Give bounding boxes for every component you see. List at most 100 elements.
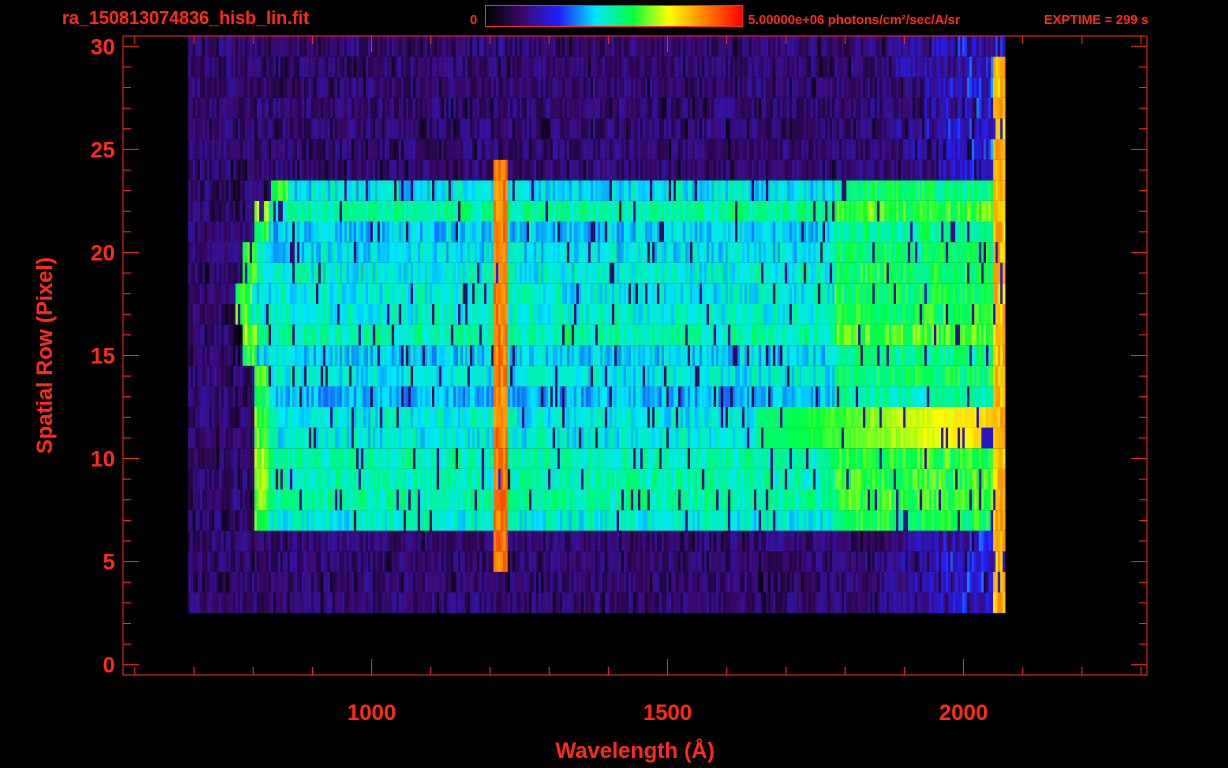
heatmap-cell: [453, 386, 457, 407]
heatmap-cell: [576, 489, 580, 511]
heatmap-cell: [531, 510, 535, 531]
heatmap-cell: [360, 489, 364, 511]
heatmap-cell: [664, 571, 667, 593]
heatmap-cell: [427, 407, 430, 428]
heatmap-cell: [874, 489, 878, 511]
heatmap-cell: [394, 407, 397, 428]
heatmap-cell: [808, 407, 812, 428]
heatmap-cell: [860, 427, 864, 449]
heatmap-cell: [950, 510, 954, 531]
heatmap-cell: [209, 489, 213, 511]
heatmap-cell: [825, 510, 828, 531]
heatmap-cell: [685, 365, 689, 387]
heatmap-cell: [891, 345, 895, 366]
heatmap-cell: [280, 407, 284, 428]
heatmap-cell: [339, 448, 343, 469]
heatmap-cell: [377, 345, 381, 366]
heatmap-cell: [780, 510, 783, 531]
heatmap-cell: [313, 345, 317, 366]
heatmap-cell: [368, 551, 371, 572]
heatmap-cell: [488, 345, 492, 366]
heatmap-cell: [474, 386, 478, 407]
heatmap-cell: [346, 448, 350, 469]
heatmap-cell: [306, 345, 310, 366]
heatmap-cell: [682, 530, 686, 552]
heatmap-cell: [275, 530, 279, 552]
heatmap-cell: [682, 386, 686, 407]
heatmap-cell: [957, 365, 961, 387]
heatmap-cell: [289, 571, 293, 593]
heatmap-cell: [884, 386, 887, 407]
heatmap-cell: [737, 468, 741, 490]
heatmap-cell: [230, 571, 234, 593]
heatmap-cell: [517, 448, 520, 469]
heatmap-cell: [926, 448, 930, 469]
heatmap-cell: [765, 365, 769, 387]
heatmap-cell: [413, 468, 416, 490]
heatmap-cell: [318, 530, 322, 552]
heatmap-cell: [273, 489, 277, 511]
heatmap-cell: [377, 530, 381, 552]
heatmap-cell: [517, 427, 520, 449]
heatmap-cell: [289, 324, 293, 346]
heatmap-cell: [566, 510, 570, 531]
heatmap-cell: [552, 304, 556, 325]
heatmap-cell: [405, 592, 409, 614]
heatmap-cell: [199, 530, 203, 552]
heatmap-cell: [656, 592, 660, 614]
heatmap-cell: [384, 592, 388, 614]
heatmap-cell: [661, 571, 665, 593]
heatmap-cell: [195, 592, 198, 614]
heatmap-cell: [237, 489, 241, 511]
heatmap-cell: [292, 324, 296, 346]
heatmap-cell: [223, 365, 227, 387]
heatmap-cell: [765, 571, 769, 593]
heatmap-cell: [244, 468, 248, 490]
heatmap-cell: [211, 345, 215, 366]
heatmap-cell: [881, 407, 885, 428]
heatmap-cell: [595, 407, 599, 428]
heatmap-cell: [690, 345, 693, 366]
heatmap-cell: [370, 571, 374, 593]
heatmap-cell: [540, 530, 544, 552]
heatmap-cell: [829, 345, 833, 366]
heatmap-cell: [318, 551, 322, 572]
heatmap-cell: [896, 427, 899, 449]
heatmap-cell: [825, 345, 828, 366]
heatmap-cell: [297, 448, 300, 469]
heatmap-cell: [297, 304, 300, 325]
heatmap-cell: [531, 468, 535, 490]
heatmap-cell: [372, 468, 376, 490]
heatmap-cell: [860, 530, 864, 552]
heatmap-cell: [730, 468, 734, 490]
heatmap-cell: [832, 571, 835, 593]
heatmap-cell: [394, 530, 397, 552]
heatmap-cell: [685, 407, 689, 428]
heatmap-cell: [346, 345, 350, 366]
heatmap-cell: [682, 489, 686, 511]
heatmap-cell: [327, 365, 331, 387]
heatmap-cell: [299, 551, 303, 572]
heatmap-cell: [654, 427, 658, 449]
heatmap-cell: [763, 407, 767, 428]
heatmap-cell: [353, 530, 357, 552]
heatmap-cell: [862, 345, 866, 366]
heatmap-cell: [479, 304, 483, 325]
heatmap-cell: [377, 489, 381, 511]
heatmap-cell: [969, 386, 973, 407]
heatmap-cell: [247, 468, 251, 490]
heatmap-cell: [851, 386, 854, 407]
heatmap-cell: [226, 407, 229, 428]
heatmap-cell: [297, 427, 300, 449]
heatmap-cell: [465, 407, 468, 428]
heatmap-cell: [888, 448, 892, 469]
heatmap-cell: [860, 345, 864, 366]
heatmap-cell: [656, 407, 660, 428]
heatmap-cell: [254, 592, 258, 614]
heatmap-cell: [574, 489, 577, 511]
heatmap-cell: [408, 448, 412, 469]
heatmap-cell: [699, 427, 703, 449]
heatmap-cell: [976, 448, 980, 469]
heatmap-cell: [422, 304, 426, 325]
heatmap-cell: [787, 592, 790, 614]
